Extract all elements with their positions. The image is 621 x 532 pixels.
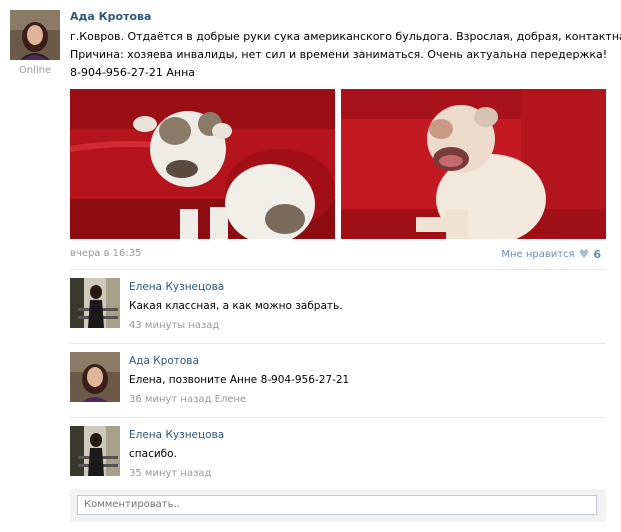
post-text: г.Ковров. Отдаётся в добрые руки сука ам… xyxy=(70,28,621,82)
reply-to[interactable]: Елене xyxy=(215,394,247,405)
comment-form xyxy=(70,489,606,522)
like-button[interactable]: Мне нравится ♥ 6 xyxy=(501,247,601,261)
dog-photo-1[interactable] xyxy=(70,89,335,239)
comment-item: Елена Кузнецова Какая классная, а как мо… xyxy=(70,278,606,352)
comment-time: 35 минут назад xyxy=(129,468,211,479)
comment-text: спасибо. xyxy=(129,448,177,460)
post-text-line: Причина: хозяева инвалиды, нет сил и вре… xyxy=(70,48,608,61)
comment-timestamp[interactable]: 35 минут назад xyxy=(129,468,211,479)
comment-author[interactable]: Ада Кротова xyxy=(129,355,199,367)
divider xyxy=(70,417,606,418)
divider xyxy=(70,343,606,344)
commenter-avatar[interactable] xyxy=(70,278,120,328)
like-count: 6 xyxy=(593,247,601,261)
like-label: Мне нравится xyxy=(501,248,575,260)
comment-author[interactable]: Елена Кузнецова xyxy=(129,429,224,441)
comment-text: Елена, позвоните Анне 8-904-956-27-21 xyxy=(129,374,350,386)
commenter-avatar[interactable] xyxy=(70,426,120,476)
post-timestamp[interactable]: вчера в 16:35 xyxy=(70,248,142,259)
post-text-line: г.Ковров. Отдаётся в добрые руки сука ам… xyxy=(70,30,621,43)
comment-timestamp[interactable]: 43 минуты назад xyxy=(129,320,219,331)
divider xyxy=(70,269,606,270)
dog-photo-2[interactable] xyxy=(341,89,606,239)
comment-time: 36 минут назад Елене xyxy=(129,394,246,405)
commenter-avatar[interactable] xyxy=(70,352,120,402)
author-avatar[interactable] xyxy=(10,10,60,60)
comment-input[interactable] xyxy=(77,495,597,515)
heart-icon: ♥ xyxy=(578,247,590,261)
comment-author[interactable]: Елена Кузнецова xyxy=(129,281,224,293)
wall-post: Online Ада Кротова г.Ковров. Отдаётся в … xyxy=(0,0,621,532)
comment-text: Какая классная, а как можно забрать. xyxy=(129,300,343,312)
post-author-name[interactable]: Ада Кротова xyxy=(70,10,151,23)
comment-item: Ада Кротова Елена, позвоните Анне 8-904-… xyxy=(70,352,606,426)
comment-time: 43 минуты назад xyxy=(129,320,219,331)
post-text-line: 8-904-956-27-21 Анна xyxy=(70,66,196,79)
online-status: Online xyxy=(18,65,52,76)
comment-timestamp[interactable]: 36 минут назад xyxy=(129,394,211,405)
